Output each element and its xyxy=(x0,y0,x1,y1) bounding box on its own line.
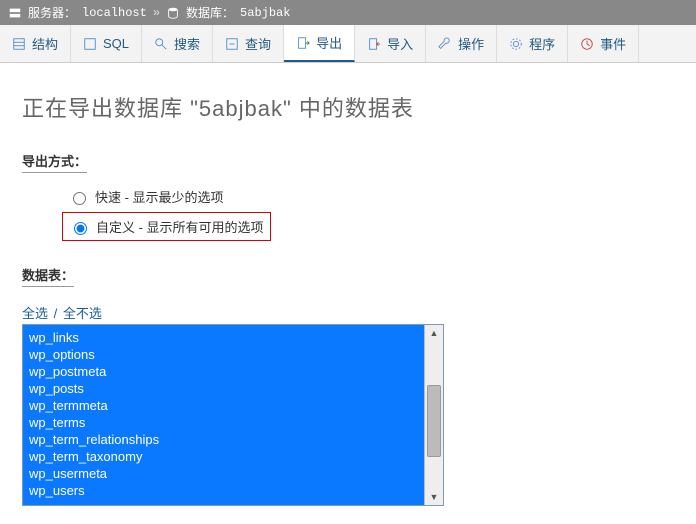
tab-routines[interactable]: 程序 xyxy=(497,25,568,62)
breadcrumb-server-value[interactable]: localhost xyxy=(82,6,147,20)
export-method-group: 快速 - 显示最少的选项 自定义 - 显示所有可用的选项 xyxy=(62,183,674,241)
tab-sql[interactable]: SQL xyxy=(71,25,142,62)
export-icon xyxy=(296,36,310,50)
select-all-link[interactable]: 全选 xyxy=(22,306,48,321)
breadcrumb-sep: » xyxy=(153,6,160,20)
tab-search[interactable]: 搜索 xyxy=(142,25,213,62)
table-option[interactable]: wp_postmeta xyxy=(29,363,418,380)
table-option[interactable]: wp_termmeta xyxy=(29,397,418,414)
structure-icon xyxy=(12,37,26,51)
wrench-icon xyxy=(438,37,452,51)
scroll-thumb[interactable] xyxy=(427,385,441,457)
tab-export[interactable]: 导出 xyxy=(284,25,355,62)
scroll-up-icon[interactable]: ▲ xyxy=(425,325,443,341)
import-icon xyxy=(367,37,381,51)
table-option[interactable]: wp_term_relationships xyxy=(29,431,418,448)
table-option[interactable]: wp_options xyxy=(29,346,418,363)
tables-list[interactable]: wp_linkswp_optionswp_postmetawp_postswp_… xyxy=(23,325,424,505)
content-area: 正在导出数据库 "5abjbak" 中的数据表 导出方式： 快速 - 显示最少的… xyxy=(0,63,696,524)
radio-quick-input[interactable] xyxy=(73,192,86,205)
clock-icon xyxy=(580,37,594,51)
table-option[interactable]: wp_terms xyxy=(29,414,418,431)
tab-label: 结构 xyxy=(32,34,58,53)
tab-label: 事件 xyxy=(600,34,626,53)
database-icon xyxy=(166,6,180,20)
unselect-all-link[interactable]: 全不选 xyxy=(63,306,102,321)
tab-label: 查询 xyxy=(245,34,271,53)
radio-quick[interactable]: 快速 - 显示最少的选项 xyxy=(62,183,230,210)
link-sep: / xyxy=(54,306,58,321)
table-option[interactable]: wp_posts xyxy=(29,380,418,397)
breadcrumb-server-label: 服务器： xyxy=(28,4,76,21)
radio-custom[interactable]: 自定义 - 显示所有可用的选项 xyxy=(62,212,271,241)
query-icon xyxy=(225,37,239,51)
page-title: 正在导出数据库 "5abjbak" 中的数据表 xyxy=(22,91,674,123)
radio-custom-label: 自定义 - 显示所有可用的选项 xyxy=(96,217,264,236)
tab-label: 导出 xyxy=(316,33,342,52)
select-links: 全选 / 全不选 xyxy=(22,303,674,322)
scroll-down-icon[interactable]: ▼ xyxy=(425,489,443,505)
table-option[interactable]: wp_usermeta xyxy=(29,465,418,482)
tab-import[interactable]: 导入 xyxy=(355,25,426,62)
radio-quick-label: 快速 - 显示最少的选项 xyxy=(95,187,224,206)
table-option[interactable]: wp_links xyxy=(29,329,418,346)
tab-label: 导入 xyxy=(387,34,413,53)
tables-select-box[interactable]: wp_linkswp_optionswp_postmetawp_postswp_… xyxy=(22,324,444,506)
table-option[interactable]: wp_term_taxonomy xyxy=(29,448,418,465)
tab-label: SQL xyxy=(103,36,129,51)
tab-label: 操作 xyxy=(458,34,484,53)
tab-events[interactable]: 事件 xyxy=(568,25,639,62)
tab-bar: 结构 SQL 搜索 查询 导出 导入 操作 程序 事件 xyxy=(0,25,696,63)
export-method-label: 导出方式： xyxy=(22,151,87,173)
search-icon xyxy=(154,37,168,51)
tab-query[interactable]: 查询 xyxy=(213,25,284,62)
table-option[interactable]: wp_users xyxy=(29,482,418,499)
tab-label: 程序 xyxy=(529,34,555,53)
breadcrumb: 服务器： localhost » 数据库： 5abjbak xyxy=(0,0,696,25)
gear-icon xyxy=(509,37,523,51)
sql-icon xyxy=(83,37,97,51)
breadcrumb-db-label: 数据库： xyxy=(186,4,234,21)
tab-structure[interactable]: 结构 xyxy=(0,25,71,62)
server-icon xyxy=(8,6,22,20)
radio-custom-input[interactable] xyxy=(74,222,87,235)
tables-section-label: 数据表： xyxy=(22,265,74,287)
scrollbar[interactable]: ▲ ▼ xyxy=(424,325,443,505)
tab-label: 搜索 xyxy=(174,34,200,53)
tab-operations[interactable]: 操作 xyxy=(426,25,497,62)
breadcrumb-db-value[interactable]: 5abjbak xyxy=(240,6,290,20)
